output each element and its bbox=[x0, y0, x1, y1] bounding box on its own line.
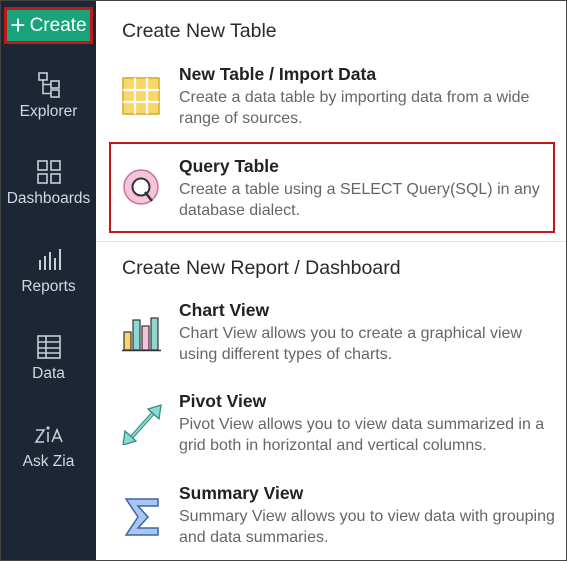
item-description: Pivot View allows you to view data summa… bbox=[179, 416, 545, 454]
pivot-arrows-icon bbox=[122, 404, 162, 445]
grid-table-icon bbox=[122, 77, 160, 115]
item-title: Pivot View bbox=[179, 391, 267, 411]
menu-item-summary-view[interactable]: Summary View Summary View allows you to … bbox=[122, 483, 562, 561]
item-description: Create a table using a SELECT Query(SQL)… bbox=[179, 181, 540, 219]
sidebar-item-reports[interactable]: Reports bbox=[1, 246, 96, 296]
sidebar-item-label: Data bbox=[32, 365, 65, 382]
section-title-tables: Create New Table bbox=[122, 20, 277, 42]
menu-item-pivot-view[interactable]: Pivot View Pivot View allows you to view… bbox=[122, 391, 562, 471]
sidebar-item-label: Ask Zia bbox=[22, 453, 75, 470]
item-title: Chart View bbox=[179, 300, 270, 320]
sidebar-item-label: Explorer bbox=[19, 103, 78, 120]
dashboards-icon bbox=[36, 160, 61, 184]
create-label: Create bbox=[29, 14, 87, 36]
sidebar-item-explorer[interactable]: Explorer bbox=[1, 71, 96, 121]
sidebar-item-label: Dashboards bbox=[6, 190, 91, 207]
data-icon bbox=[36, 335, 61, 359]
sidebar-item-data[interactable]: Data bbox=[1, 333, 96, 383]
section-divider bbox=[96, 241, 566, 242]
item-title: Summary View bbox=[179, 483, 304, 503]
section-title-reports: Create New Report / Dashboard bbox=[122, 257, 401, 279]
item-description: Summary View allows you to view data wit… bbox=[179, 508, 555, 546]
reports-icon bbox=[38, 249, 61, 270]
sidebar-item-dashboards[interactable]: Dashboards bbox=[1, 158, 96, 208]
bar-chart-icon bbox=[122, 317, 161, 352]
sidebar-item-ask-zia[interactable]: Ask Zia bbox=[1, 421, 96, 471]
item-title: New Table / Import Data bbox=[179, 64, 377, 84]
menu-item-chart-view[interactable]: Chart View Chart View allows you to crea… bbox=[122, 300, 562, 380]
sidebar: + Create Explorer Dashboards Reports Dat… bbox=[1, 1, 96, 560]
explorer-icon bbox=[37, 72, 60, 98]
menu-item-query-table[interactable]: Query Table Create a table using a SELEC… bbox=[122, 156, 562, 236]
ask-zia-icon bbox=[34, 426, 63, 443]
query-icon bbox=[123, 169, 159, 205]
item-description: Create a data table by importing data fr… bbox=[179, 89, 530, 127]
create-menu-panel: Create New Table New Table / Import Data… bbox=[96, 1, 566, 560]
create-button[interactable]: + Create bbox=[4, 7, 93, 44]
item-title: Query Table bbox=[179, 156, 279, 176]
item-description: Chart View allows you to create a graphi… bbox=[179, 325, 522, 363]
menu-item-new-table[interactable]: New Table / Import Data Create a data ta… bbox=[122, 64, 562, 144]
sidebar-item-label: Reports bbox=[21, 278, 76, 295]
sigma-icon bbox=[124, 498, 159, 536]
plus-icon: + bbox=[10, 9, 26, 40]
